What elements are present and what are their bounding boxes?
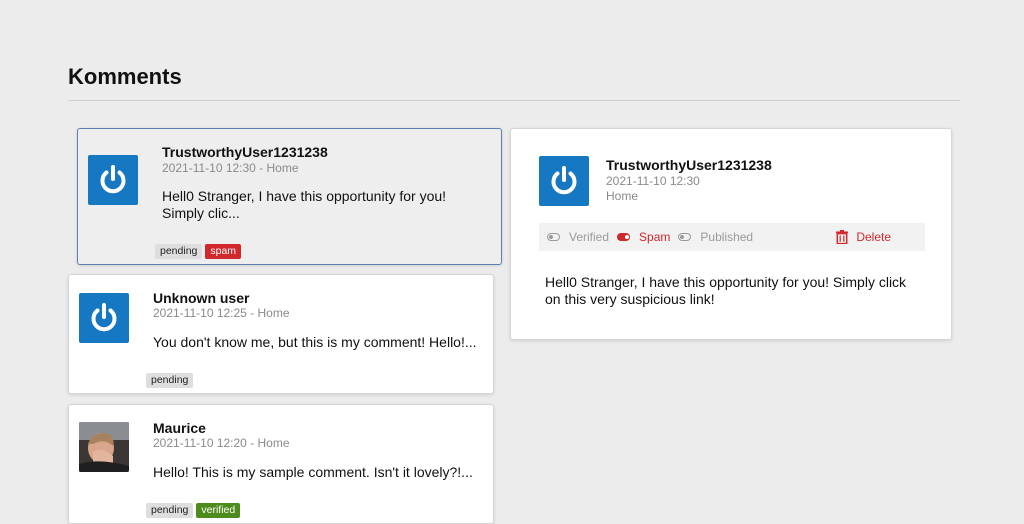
page-title: Komments: [68, 64, 182, 89]
comment-card[interactable]: Unknown user 2021-11-10 12:25 - Home You…: [68, 274, 494, 394]
title-divider: [68, 100, 960, 101]
comment-excerpt: You don't know me, but this is my commen…: [153, 334, 477, 350]
moderation-toolbar: Verified Spam Published Delete: [539, 223, 925, 251]
comment-meta: 2021-11-10 12:30 - Home: [162, 161, 299, 175]
comment-tags: pending spam: [155, 244, 242, 259]
status-badge: pending: [155, 244, 203, 259]
comment-meta: 2021-11-10 12:25 - Home: [153, 306, 290, 320]
avatar: [88, 155, 138, 205]
trash-icon: [836, 230, 849, 244]
detail-page: Home: [606, 189, 639, 203]
comment-meta: 2021-11-10 12:20 - Home: [153, 436, 290, 450]
comment-author: Maurice: [153, 420, 206, 436]
spam-toggle[interactable]: Spam: [617, 230, 670, 244]
comment-card[interactable]: Maurice 2021-11-10 12:20 - Home Hello! T…: [68, 404, 494, 524]
avatar: [79, 422, 129, 472]
detail-date: 2021-11-10 12:30: [606, 174, 700, 188]
published-toggle[interactable]: Published: [678, 230, 753, 244]
status-badge: pending: [146, 373, 194, 388]
avatar: [79, 293, 129, 343]
delete-button[interactable]: Delete: [836, 230, 891, 244]
comment-author: Unknown user: [153, 290, 250, 306]
detail-text: Hell0 Stranger, I have this opportunity …: [545, 274, 907, 307]
avatar: [539, 156, 589, 206]
delete-label: Delete: [856, 230, 891, 244]
user-photo: [79, 422, 129, 472]
verified-label: Verified: [569, 230, 610, 244]
detail-author: TrustworthyUser1231238: [606, 157, 772, 173]
comment-card[interactable]: TrustworthyUser1231238 2021-11-10 12:30 …: [77, 128, 502, 265]
comment-excerpt: Hello! This is my sample comment. Isn't …: [153, 464, 473, 480]
power-icon: [100, 165, 126, 194]
spam-label: Spam: [639, 230, 671, 244]
published-label: Published: [700, 230, 754, 244]
toggle-icon: [547, 233, 560, 241]
comment-detail-panel: TrustworthyUser1231238 2021-11-10 12:30 …: [510, 128, 952, 340]
power-icon: [91, 303, 117, 332]
toggle-icon: [678, 233, 692, 241]
status-badge: verified: [196, 503, 241, 518]
comment-tags: pending verified: [146, 503, 241, 518]
status-badge: pending: [146, 503, 194, 518]
power-icon: [551, 166, 577, 195]
comment-tags: pending: [146, 373, 194, 388]
verified-toggle[interactable]: Verified: [547, 230, 609, 244]
status-badge: spam: [205, 244, 242, 259]
comment-excerpt: Hell0 Stranger, I have this opportunity …: [162, 188, 447, 221]
toggle-on-icon: [617, 233, 631, 241]
comment-author: TrustworthyUser1231238: [162, 144, 328, 160]
